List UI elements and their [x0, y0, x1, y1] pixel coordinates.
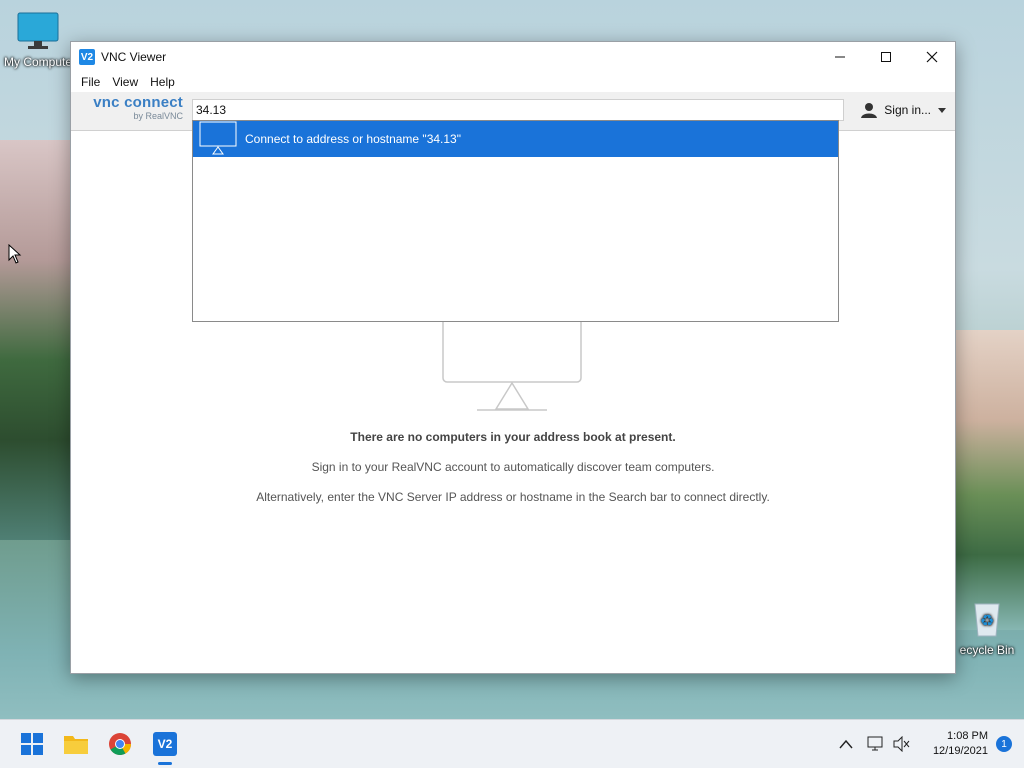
title-bar[interactable]: V2 VNC Viewer: [71, 42, 955, 72]
chrome-icon: [109, 733, 131, 755]
brand-sub: by RealVNC: [133, 111, 183, 121]
desktop-icon-my-computer[interactable]: My Compute: [2, 12, 74, 69]
menu-help[interactable]: Help: [144, 75, 181, 89]
window-title: VNC Viewer: [101, 50, 167, 64]
user-icon: [861, 103, 878, 118]
taskbar: V2 1:08 PM 12/19/2021 1: [0, 719, 1024, 768]
vnc-connect-logo: vnc connect by RealVNC: [75, 95, 183, 122]
notification-badge[interactable]: 1: [996, 736, 1012, 752]
folder-icon: [64, 736, 88, 754]
mouse-cursor-icon: [8, 244, 22, 264]
svg-text:♻: ♻: [980, 611, 994, 630]
brand-main: vnc connect: [93, 94, 183, 111]
minimize-button[interactable]: [817, 42, 863, 72]
menu-bar: File View Help: [71, 72, 955, 92]
sign-in-button[interactable]: Sign in...: [860, 101, 947, 119]
system-tray: 1:08 PM 12/19/2021 1: [839, 720, 1024, 768]
volume-muted-icon[interactable]: [893, 736, 911, 752]
vnc-viewer-taskbar-button[interactable]: V2: [149, 728, 181, 765]
desktop-wallpaper-left: [0, 140, 80, 540]
clock-time: 1:08 PM: [947, 730, 988, 742]
vnc-app-icon: V2: [79, 49, 95, 65]
file-explorer-button[interactable]: [60, 728, 92, 760]
empty-state-line2: Alternatively, enter the VNC Server IP a…: [256, 490, 770, 504]
close-button[interactable]: [909, 42, 955, 72]
vnc-viewer-window: V2 VNC Viewer File View Help vnc connect…: [70, 41, 956, 674]
chevron-up-icon[interactable]: [839, 739, 853, 749]
monitor-icon: [442, 311, 582, 411]
windows-start-icon: [21, 733, 43, 755]
vnc-viewer-icon: V2: [153, 732, 177, 756]
menu-view[interactable]: View: [106, 75, 144, 89]
minimize-icon: [835, 56, 845, 58]
close-icon: [926, 51, 938, 63]
desktop-wallpaper-right: [950, 330, 1024, 630]
search-suggestions-dropdown: Connect to address or hostname "34.13": [192, 120, 839, 322]
empty-state-heading: There are no computers in your address b…: [350, 430, 676, 444]
monitor-icon: [199, 121, 237, 158]
connect-to-address-label: Connect to address or hostname "34.13": [245, 132, 461, 146]
desktop-icon-label: ecycle Bin: [959, 643, 1015, 657]
maximize-icon: [881, 52, 891, 62]
recycle-bin-icon: ♻: [950, 598, 1024, 641]
network-icon[interactable]: [867, 736, 885, 752]
start-button[interactable]: [16, 728, 48, 760]
connect-to-address-item[interactable]: Connect to address or hostname "34.13": [193, 121, 838, 157]
clock-date: 12/19/2021: [932, 745, 988, 757]
menu-file[interactable]: File: [75, 75, 106, 89]
monitor-icon: [2, 12, 74, 53]
sign-in-label: Sign in...: [884, 103, 931, 117]
clock[interactable]: 1:08 PM 12/19/2021: [933, 729, 988, 759]
empty-monitor-illustration: [441, 311, 586, 415]
chevron-down-icon: [938, 108, 946, 113]
maximize-button[interactable]: [863, 42, 909, 72]
desktop-icon-recycle-bin[interactable]: ♻ ecycle Bin: [950, 598, 1024, 657]
empty-state-line1: Sign in to your RealVNC account to autom…: [311, 460, 715, 474]
desktop-icon-label: My Compute: [3, 55, 73, 69]
chrome-button[interactable]: [104, 728, 136, 760]
search-input[interactable]: [192, 99, 844, 121]
